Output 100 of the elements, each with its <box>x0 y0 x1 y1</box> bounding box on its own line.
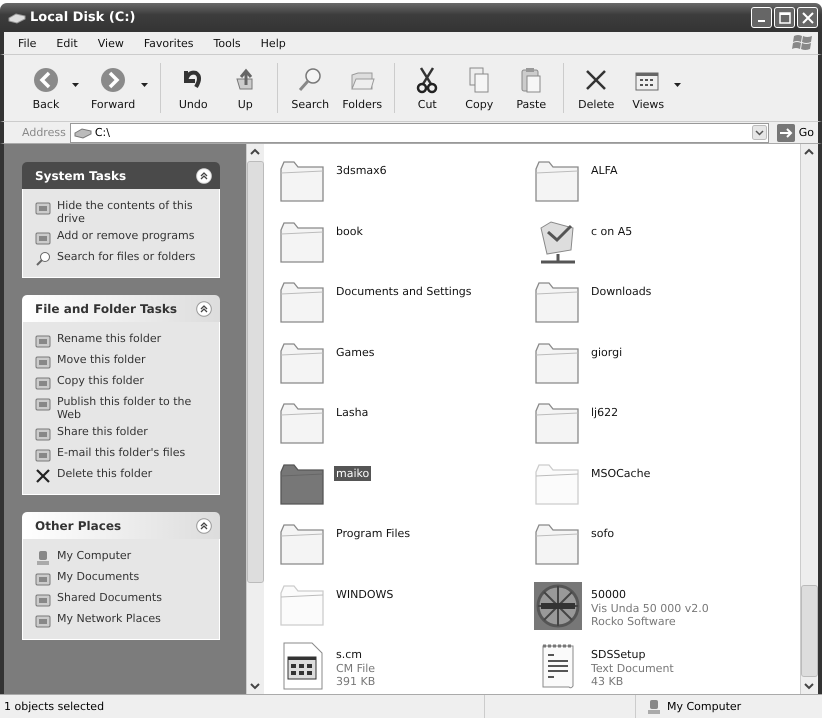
task-icon <box>35 613 51 629</box>
item-tile[interactable]: Downloads <box>533 273 788 334</box>
file-name: giorgi <box>590 344 624 360</box>
file-detail: Vis Unda 50 000 v2.0 <box>590 602 710 614</box>
file-name: MSOCache <box>590 466 652 480</box>
toolbar-button[interactable]: Cut <box>401 65 454 111</box>
toolbar-button[interactable]: Folders <box>336 65 388 111</box>
task-link[interactable]: My Computer <box>57 549 132 562</box>
task-link[interactable]: My Documents <box>57 570 140 583</box>
app-icon[interactable] <box>533 580 583 631</box>
task-link[interactable]: My Network Places <box>57 612 161 625</box>
close-button[interactable] <box>797 7 818 28</box>
status-zone: My Computer <box>667 700 742 713</box>
drive-icon <box>74 126 92 138</box>
panel-title: File and Folder Tasks <box>35 302 178 316</box>
task-icon <box>35 354 51 370</box>
scrollbar[interactable] <box>800 144 818 694</box>
task-link[interactable]: Rename this folder <box>57 332 162 345</box>
task-icon <box>35 447 51 463</box>
task-link[interactable]: Delete this folder <box>57 467 152 480</box>
panel-header[interactable]: Other Places <box>22 512 220 539</box>
computer-icon <box>646 698 662 714</box>
file-name: Documents and Settings <box>335 284 473 299</box>
task-link[interactable]: Copy this folder <box>57 374 144 387</box>
dropdown-arrow-icon[interactable] <box>72 83 79 87</box>
item-tile[interactable]: book <box>278 212 533 273</box>
item-tile[interactable]: ALFA <box>533 152 788 212</box>
file-name: ALFA <box>590 163 618 178</box>
collapse-icon[interactable] <box>196 300 212 316</box>
task-link[interactable]: Add or remove programs <box>57 229 194 242</box>
menu-item[interactable]: Help <box>260 36 286 50</box>
scrollbar[interactable] <box>246 144 264 694</box>
toolbar-button[interactable]: Search <box>284 65 336 111</box>
item-tile[interactable]: Program Files <box>278 515 533 576</box>
toolbar-button[interactable]: Forward <box>85 65 142 111</box>
task-link[interactable]: Shared Documents <box>57 591 162 604</box>
dropdown-caret-icon[interactable] <box>752 125 767 140</box>
window-title: Local Disk (C:) <box>30 10 136 25</box>
item-tile[interactable]: maiko <box>278 454 533 515</box>
toolbar-button[interactable]: Undo <box>167 65 220 111</box>
address-field[interactable]: C:\ <box>70 122 769 142</box>
menu-item[interactable]: Favorites <box>144 36 194 50</box>
item-tile[interactable]: WINDOWS <box>278 576 533 636</box>
toolbar-button[interactable]: Back <box>20 65 72 111</box>
item-tile[interactable]: 3dsmax6 <box>278 152 533 212</box>
menu-item[interactable]: Edit <box>56 36 78 50</box>
status-text: 1 objects selected <box>4 700 106 713</box>
file-name: 3dsmax6 <box>335 163 388 178</box>
close-icon <box>802 12 814 24</box>
file-name: WINDOWS <box>335 586 394 602</box>
toolbar-button[interactable]: Delete <box>570 65 622 111</box>
item-tile[interactable]: Documents and Settings <box>278 273 533 334</box>
maximize-button[interactable] <box>774 7 795 28</box>
task-icon <box>35 396 51 412</box>
collapse-icon[interactable] <box>196 518 212 534</box>
task-link[interactable]: E-mail this folder's files <box>57 446 186 459</box>
file-name: book <box>335 224 364 238</box>
scroll-thumb[interactable] <box>247 161 264 583</box>
minimize-button[interactable] <box>751 7 772 28</box>
panel-header[interactable]: File and Folder Tasks <box>22 295 220 322</box>
item-tile[interactable]: s.cm CM File 391 KB <box>278 636 533 694</box>
file-name: Games <box>335 344 376 360</box>
task-link[interactable]: Hide the contents of this drive <box>57 199 211 225</box>
menu-item[interactable]: Tools <box>214 36 241 50</box>
item-tile[interactable]: c on A5 <box>533 212 788 273</box>
panel-title: Other Places <box>35 518 122 532</box>
maximize-icon <box>778 12 790 24</box>
menu-item[interactable]: File <box>18 36 36 50</box>
dropdown-arrow-icon[interactable] <box>674 83 682 87</box>
task-link[interactable]: Publish this folder to the Web <box>57 395 211 421</box>
file-name: c on A5 <box>590 224 634 238</box>
item-tile[interactable]: sofo <box>533 515 788 576</box>
minimize-icon <box>758 20 765 22</box>
toolbar-button[interactable]: Views <box>622 65 674 111</box>
task-link[interactable]: Share this folder <box>57 425 148 438</box>
item-tile[interactable]: giorgi <box>533 334 788 394</box>
go-button[interactable]: Go <box>772 124 818 142</box>
task-link[interactable]: Search for files or folders <box>57 250 196 263</box>
drive-icon <box>8 12 26 24</box>
scroll-thumb[interactable] <box>801 585 818 677</box>
file-name: s.cm <box>335 647 363 662</box>
menu-item[interactable]: View <box>98 36 124 50</box>
file-name: 50000 <box>590 586 627 602</box>
item-tile[interactable]: MSOCache <box>533 454 788 515</box>
task-icon <box>35 333 51 349</box>
item-tile[interactable]: SDSSetup Text Document 43 KB <box>533 636 788 694</box>
item-tile[interactable]: Games <box>278 334 533 394</box>
toolbar-button[interactable]: Up <box>219 65 272 111</box>
item-tile[interactable]: lj622 <box>533 394 788 454</box>
item-tile[interactable]: Lasha <box>278 394 533 454</box>
panel-header[interactable]: System Tasks <box>22 162 220 189</box>
file-name: Program Files <box>335 526 412 541</box>
toolbar-button[interactable]: Copy <box>453 65 506 111</box>
dropdown-arrow-icon[interactable] <box>141 83 148 87</box>
task-icon <box>35 426 51 442</box>
item-tile[interactable]: 50000 Vis Unda 50 000 v2.0 Rocko Software <box>533 576 788 636</box>
file-name: sofo <box>590 526 616 541</box>
task-link[interactable]: Move this folder <box>57 353 146 366</box>
file-name: Lasha <box>335 405 370 420</box>
toolbar-button[interactable]: Paste <box>505 65 558 111</box>
